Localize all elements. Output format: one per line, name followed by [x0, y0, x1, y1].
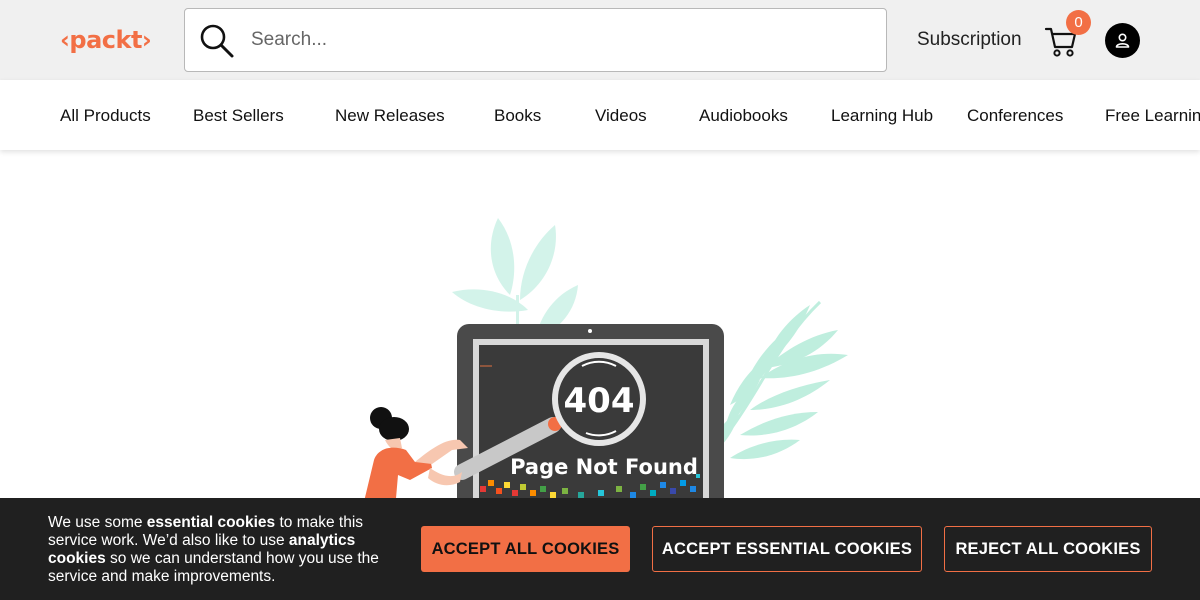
nav-item-learning-hub[interactable]: Learning Hub: [831, 106, 933, 126]
account-avatar[interactable]: [1105, 23, 1140, 58]
error-code: 404: [564, 381, 635, 421]
search-icon[interactable]: [199, 23, 235, 59]
page-not-found-illustration: 404 Page Not Found: [364, 218, 848, 500]
cart-count-badge: 0: [1066, 10, 1091, 35]
nav-item-conferences[interactable]: Conferences: [967, 106, 1063, 126]
search-input[interactable]: [251, 9, 871, 71]
category-nav: All Products Best Sellers New Releases B…: [0, 80, 1200, 150]
search-box[interactable]: [184, 8, 887, 72]
nav-item-best-sellers[interactable]: Best Sellers: [193, 106, 284, 126]
laptop-camera: [588, 329, 592, 333]
subscription-link[interactable]: Subscription: [917, 29, 1022, 51]
nav-item-videos[interactable]: Videos: [595, 106, 647, 126]
nav-item-books[interactable]: Books: [494, 106, 541, 126]
nav-item-free-learning[interactable]: Free Learning: [1105, 106, 1200, 126]
nav-item-new-releases[interactable]: New Releases: [335, 106, 445, 126]
reject-all-cookies-button[interactable]: REJECT ALL COOKIES: [944, 526, 1152, 572]
nav-item-audiobooks[interactable]: Audiobooks: [699, 106, 788, 126]
cookie-text-essential: essential cookies: [146, 514, 276, 531]
nav-item-all-products[interactable]: All Products: [60, 106, 151, 126]
user-icon: [1115, 33, 1130, 48]
cookie-banner: We use some essential cookies to make th…: [0, 498, 1200, 600]
packt-logo[interactable]: ‹packt›: [60, 26, 152, 54]
top-header: ‹packt› Subscription 0: [0, 0, 1200, 80]
cookie-text-part: We use some: [48, 514, 147, 531]
leaf-decoration-right: [710, 300, 848, 460]
cookie-message: We use some essential cookies to make th…: [48, 514, 398, 586]
person-figure: [364, 407, 468, 500]
error-message: Page Not Found: [510, 455, 698, 479]
accept-all-cookies-button[interactable]: ACCEPT ALL COOKIES: [421, 526, 630, 572]
accept-essential-cookies-button[interactable]: ACCEPT ESSENTIAL COOKIES: [652, 526, 922, 572]
